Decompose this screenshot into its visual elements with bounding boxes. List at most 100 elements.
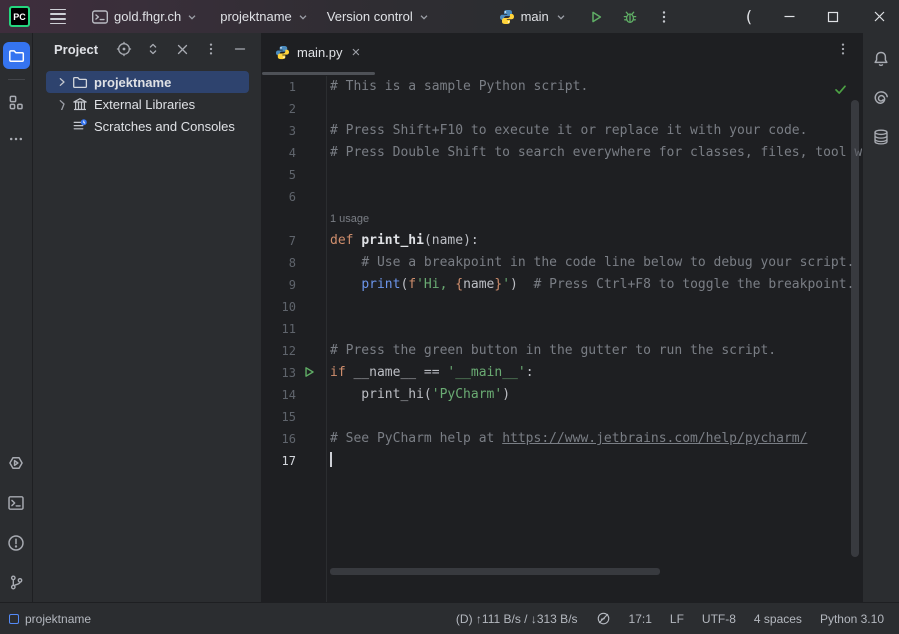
indent-widget[interactable]: 4 spaces — [745, 612, 811, 626]
line-number[interactable]: 4 — [262, 142, 296, 164]
code-line[interactable]: 1# This is a sample Python script. — [262, 76, 862, 98]
version-control-toolwindow-button[interactable] — [3, 569, 30, 596]
line-number[interactable]: 8 — [262, 252, 296, 274]
code-line[interactable]: 5 — [262, 164, 862, 186]
code-line[interactable]: 14 print_hi('PyCharm') — [262, 384, 862, 406]
code-line-text: # Press Shift+F10 to execute it or repla… — [330, 120, 862, 142]
chevron-right-icon[interactable] — [53, 74, 71, 90]
inspection-ok-icon[interactable] — [833, 82, 848, 97]
tree-item-scratches[interactable]: Scratches and Consoles — [46, 115, 249, 137]
line-number[interactable]: 9 — [262, 274, 296, 296]
code-line[interactable]: 15 — [262, 406, 862, 428]
code-line-text: # Press the green button in the gutter t… — [330, 340, 862, 362]
tree-item-external-libraries[interactable]: External Libraries — [46, 93, 249, 115]
project-toolwindow-button[interactable] — [3, 42, 30, 69]
terminal-toolwindow-button[interactable] — [3, 489, 30, 516]
project-menu-label: projektname — [220, 9, 292, 24]
project-panel: Project — [33, 33, 262, 602]
tree-item-projektname[interactable]: projektname — [46, 71, 249, 93]
code-line[interactable]: 10 — [262, 296, 862, 318]
problems-toolwindow-button[interactable] — [3, 529, 30, 556]
remote-host-menu[interactable]: gold.fhgr.ch — [84, 4, 205, 30]
close-button[interactable] — [859, 0, 899, 33]
line-number[interactable]: 17 — [262, 450, 296, 472]
ai-assistant-button[interactable] — [868, 84, 895, 111]
code-line[interactable]: 17 — [262, 450, 862, 472]
usage-inlay-hint[interactable]: 1 usage — [330, 208, 862, 230]
interpreter-widget[interactable]: Python 3.10 — [811, 612, 893, 626]
project-panel-header: Project — [33, 33, 261, 65]
services-toolwindow-button[interactable] — [3, 449, 30, 476]
tree-item-label: External Libraries — [94, 97, 195, 112]
chevron-down-icon — [297, 11, 309, 23]
run-button[interactable] — [581, 4, 611, 30]
panel-options-button[interactable] — [200, 38, 222, 60]
code-line[interactable]: 16# See PyCharm help at https://www.jetb… — [262, 428, 862, 450]
line-number[interactable]: 12 — [262, 340, 296, 362]
minimize-button[interactable] — [769, 0, 809, 33]
expand-all-button[interactable] — [142, 38, 164, 60]
line-number[interactable]: 7 — [262, 230, 296, 252]
tab-options-button[interactable] — [836, 42, 850, 56]
network-stats-widget[interactable]: (D) ↑111 B/s / ↓313 B/s — [447, 612, 587, 626]
chevron-right-icon[interactable] — [53, 96, 71, 112]
line-number[interactable]: 2 — [262, 98, 296, 120]
code-line[interactable]: 11 — [262, 318, 862, 340]
line-number[interactable]: 13 — [262, 362, 296, 384]
chevron-down-icon — [555, 11, 567, 23]
more-actions-button[interactable] — [649, 4, 679, 30]
collapse-all-button[interactable] — [171, 38, 193, 60]
active-tab-indicator — [262, 72, 375, 75]
code-line-text: # Press Double Shift to search everywher… — [330, 142, 862, 164]
line-number[interactable]: 1 — [262, 76, 296, 98]
customize-layout-button[interactable]: ( — [729, 0, 769, 33]
maximize-button[interactable] — [813, 0, 853, 33]
debug-button[interactable] — [615, 4, 645, 30]
line-number[interactable]: 10 — [262, 296, 296, 318]
more-toolwindows-button[interactable] — [3, 125, 30, 152]
inspections-widget[interactable] — [587, 611, 620, 626]
line-number[interactable]: 16 — [262, 428, 296, 450]
run-config-label: main — [521, 9, 549, 24]
encoding-widget[interactable]: UTF-8 — [693, 612, 745, 626]
run-configuration-selector[interactable]: main — [493, 4, 573, 30]
structure-toolwindow-button[interactable] — [3, 89, 30, 116]
text-caret — [330, 452, 332, 467]
line-number[interactable]: 15 — [262, 406, 296, 428]
code-editor[interactable]: 1# This is a sample Python script.23 # Pr… — [262, 76, 862, 602]
line-number[interactable]: 6 — [262, 186, 296, 208]
tab-close-icon[interactable]: × — [352, 45, 361, 60]
status-bar: projektname (D) ↑111 B/s / ↓313 B/s 17:1… — [0, 602, 899, 634]
code-line[interactable]: 4 # Press Double Shift to search everywhe… — [262, 142, 862, 164]
caret-position-widget[interactable]: 17:1 — [620, 612, 661, 626]
code-line[interactable]: 2 — [262, 98, 862, 120]
tab-main-py[interactable]: main.py × — [262, 33, 369, 72]
line-number[interactable]: 3 — [262, 120, 296, 142]
horizontal-scrollbar[interactable] — [330, 568, 660, 575]
vcs-menu[interactable]: Version control — [320, 4, 437, 30]
code-line[interactable]: 6 — [262, 186, 862, 208]
locate-file-button[interactable] — [113, 38, 135, 60]
line-number[interactable]: 14 — [262, 384, 296, 406]
code-line[interactable]: 1 usage — [262, 208, 862, 230]
code-line[interactable]: 3 # Press Shift+F10 to execute it or repl… — [262, 120, 862, 142]
module-icon — [9, 614, 19, 624]
python-logo-icon — [275, 45, 290, 60]
database-button[interactable] — [868, 123, 895, 150]
code-line[interactable]: 7def print_hi(name): — [262, 230, 862, 252]
line-number[interactable]: 11 — [262, 318, 296, 340]
code-line-text: if __name__ == '__main__': — [330, 362, 862, 384]
code-line[interactable]: 8 # Use a breakpoint in the code line be… — [262, 252, 862, 274]
line-ending-widget[interactable]: LF — [661, 612, 693, 626]
main-menu-button[interactable] — [45, 4, 71, 30]
notifications-button[interactable] — [868, 45, 895, 72]
line-number[interactable]: 5 — [262, 164, 296, 186]
code-line[interactable]: 12 # Press the green button in the gutter… — [262, 340, 862, 362]
hide-panel-button[interactable] — [229, 38, 251, 60]
code-line[interactable]: 9 print(f'Hi, {name}') # Press Ctrl+F8 t… — [262, 274, 862, 296]
gutter-run-icon[interactable] — [302, 365, 316, 379]
project-menu[interactable]: projektname — [213, 4, 316, 30]
code-line[interactable]: 13 if __name__ == '__main__': — [262, 362, 862, 384]
statusbar-project-widget[interactable]: projektname — [0, 612, 91, 626]
vertical-scrollbar[interactable] — [851, 100, 859, 557]
